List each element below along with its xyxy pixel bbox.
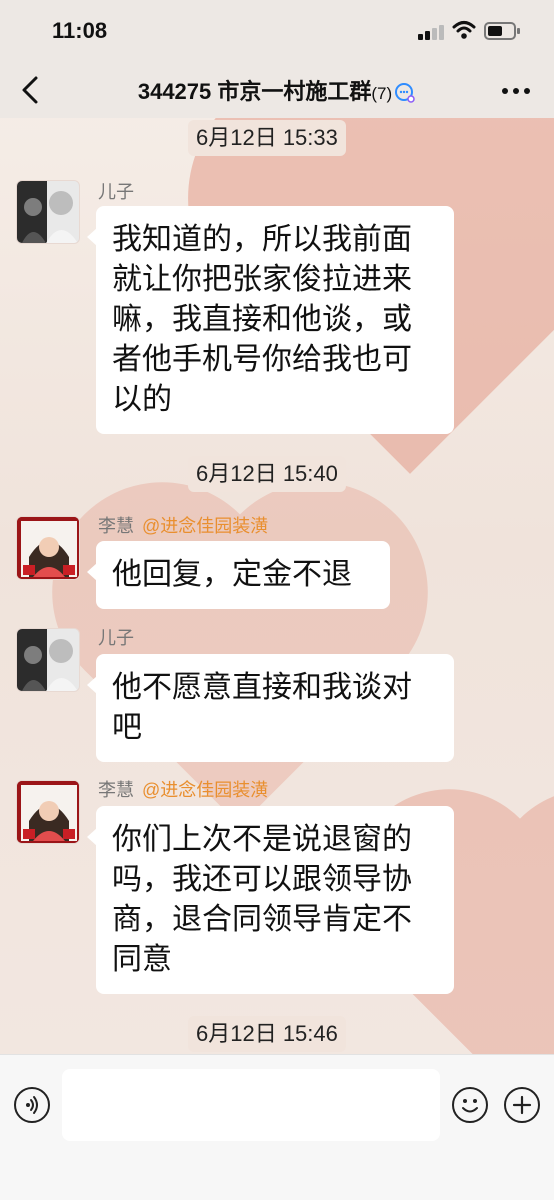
nav-bar: 344275 市京一村施工群(7): [0, 62, 554, 118]
wifi-icon: [452, 21, 476, 39]
plus-icon: [512, 1095, 532, 1115]
more-features-button[interactable]: [504, 1087, 540, 1123]
message-line: 吗，我还可以跟领导协: [112, 862, 412, 897]
group-name: 344275 市京一村施工群: [137, 79, 372, 104]
mention-tag: @进念佳园装潢: [142, 780, 269, 800]
message-timestamp: 6月12日 15:40: [188, 456, 346, 492]
sender-name: 儿子: [98, 182, 134, 202]
message-bubble[interactable]: 我知道的，所以我前面 就让你把张家俊拉进来 嘛，我直接和他谈，或 者他手机号你给…: [87, 206, 454, 434]
message-bubble[interactable]: 他不愿意直接和我谈对 吧: [87, 654, 454, 762]
avatar[interactable]: [16, 780, 80, 844]
message-bubble[interactable]: 你们上次不是说退窗的 吗，我还可以跟领导协 商，退合同领导肯定不 同意: [87, 806, 454, 994]
avatar[interactable]: [16, 628, 80, 692]
message-line: 吧: [112, 710, 142, 745]
message-input[interactable]: [62, 1069, 440, 1141]
member-count: (7): [371, 84, 393, 103]
sender-name: 李慧 @进念佳园装潢: [98, 516, 269, 536]
lihui-avatar-icon: [17, 517, 79, 579]
message-bubble[interactable]: 他回复，定金不退: [87, 541, 390, 609]
emoji-button[interactable]: [452, 1087, 488, 1123]
message-line: 他回复，定金不退: [112, 557, 352, 592]
message-line: 商，退合同领导肯定不: [112, 902, 412, 937]
message-line: 者他手机号你给我也可: [112, 342, 412, 377]
sender-name: 儿子: [98, 628, 134, 648]
message-line: 嘛，我直接和他谈，或: [112, 302, 412, 337]
message-timestamp: 6月12日 15:46: [188, 1016, 346, 1052]
avatar[interactable]: [16, 516, 80, 580]
sender-name: 李慧 @进念佳园装潢: [98, 780, 269, 800]
smile-icon: [462, 1099, 478, 1113]
voice-icon: [26, 1096, 38, 1114]
message-timestamp: 6月12日 15:33: [188, 120, 346, 156]
battery-icon: [484, 22, 520, 40]
son-avatar-icon: [17, 629, 79, 691]
son-avatar-icon: [17, 181, 79, 243]
message-line: 你们上次不是说退窗的: [112, 822, 412, 857]
message-line: 我知道的，所以我前面: [112, 222, 412, 257]
input-bar: [0, 1054, 554, 1200]
avatar[interactable]: [16, 180, 80, 244]
group-chat-icon: [395, 83, 415, 103]
lihui-avatar-icon: [17, 781, 79, 843]
status-bar: 11:08: [0, 0, 554, 62]
message-line: 就让你把张家俊拉进来: [112, 262, 412, 297]
status-time: 11:08: [52, 18, 108, 43]
voice-input-button[interactable]: [14, 1087, 50, 1123]
signal-icon: [418, 24, 444, 40]
message-line: 他不愿意直接和我谈对: [112, 670, 412, 705]
chat-title: 344275 市京一村施工群(7): [0, 74, 554, 106]
mention-tag: @进念佳园装潢: [142, 516, 269, 536]
more-options-button[interactable]: [498, 74, 534, 104]
message-line: 以的: [112, 382, 172, 417]
message-line: 同意: [112, 942, 172, 977]
